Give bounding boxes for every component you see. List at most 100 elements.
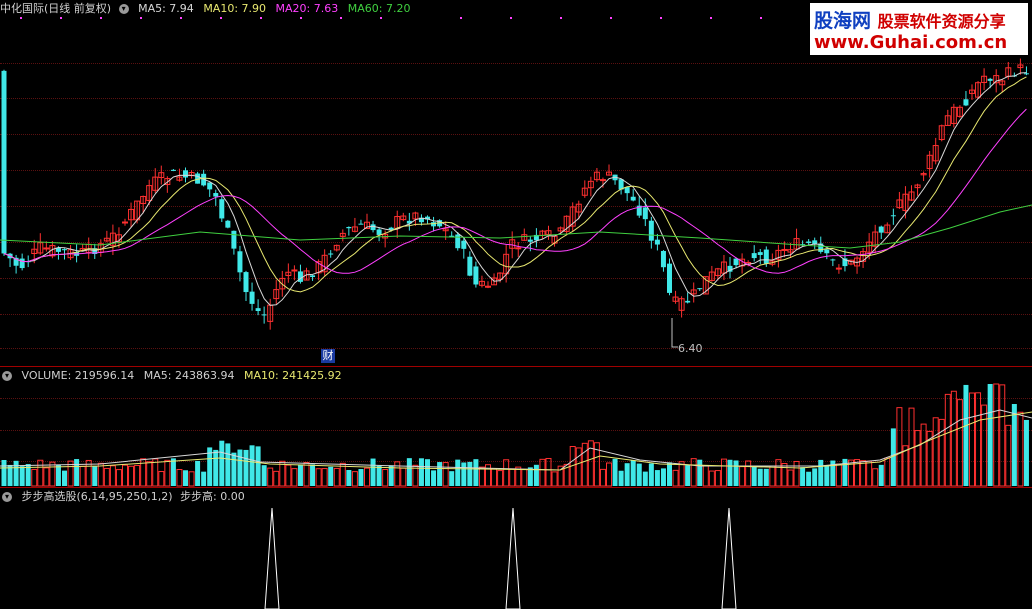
candle-body: [660, 250, 666, 268]
volume-bar: [993, 383, 1000, 487]
volume-bar: [231, 452, 237, 486]
volume-bar: [297, 464, 303, 486]
candle-body: [255, 308, 261, 311]
watermark-url: www.Guhai.com.cn: [814, 32, 1008, 53]
volume-bar: [219, 440, 225, 486]
volume-bar: [932, 417, 939, 487]
volume-bar: [999, 384, 1006, 487]
volume-bar: [170, 458, 176, 486]
volume-bar: [321, 468, 328, 487]
volume-bar: [975, 392, 982, 487]
volume-bar: [733, 460, 739, 486]
candle-body: [630, 196, 636, 201]
volume-bar: [685, 465, 691, 486]
volume-bar: [690, 458, 697, 487]
marker-dot: [460, 17, 462, 19]
volume-bar: [1, 460, 7, 486]
volume-bar: [672, 469, 679, 487]
candle-body: [376, 229, 382, 235]
volume-bar: [769, 465, 776, 487]
volume-bar: [442, 462, 449, 487]
volume-bar: [328, 466, 334, 486]
volume-bar: [122, 464, 128, 487]
candle-body: [654, 239, 660, 245]
signal-spike: [264, 507, 280, 609]
candle-body: [225, 220, 231, 228]
volume-bar: [183, 470, 188, 486]
candle-body: [455, 234, 461, 249]
candle-body: [62, 249, 67, 251]
volume-bar: [642, 471, 648, 486]
volume-bar: [449, 471, 455, 486]
candle-body: [1, 70, 7, 254]
marker-dot: [660, 17, 662, 19]
marker-dot: [510, 17, 512, 19]
volume-bar: [533, 464, 539, 486]
volume-bar: [1005, 424, 1012, 487]
candle-body: [358, 223, 364, 225]
volume-bar: [956, 399, 963, 487]
volume-bar: [243, 449, 249, 486]
candle-body: [751, 253, 757, 259]
finance-marker[interactable]: 财: [321, 349, 335, 363]
candle-body: [987, 78, 993, 81]
candle-body: [835, 267, 842, 270]
volume-bar: [467, 461, 473, 486]
candle-body: [291, 269, 298, 272]
volume-bar: [92, 466, 98, 486]
volume-bar: [618, 470, 624, 486]
candle-body: [219, 199, 225, 219]
volume-bar: [497, 470, 504, 487]
marker-dot: [710, 17, 712, 19]
volume-bar: [249, 445, 255, 486]
volume-bar: [62, 470, 67, 486]
candle-body: [170, 169, 176, 171]
volume-bar: [382, 469, 389, 487]
marker-dot: [380, 17, 382, 19]
volume-bar: [1017, 411, 1024, 487]
volume-bar: [128, 465, 135, 487]
volume-bar: [425, 459, 430, 486]
volume-bar: [660, 468, 666, 486]
candle-body: [685, 300, 691, 303]
candle-body: [697, 288, 703, 290]
marker-dot: [300, 17, 302, 19]
volume-bar: [714, 470, 721, 487]
volume-bar: [720, 458, 727, 487]
volume-bar: [944, 393, 951, 487]
candle-body: [599, 179, 606, 182]
volume-bar: [310, 464, 316, 486]
candle-body: [763, 249, 769, 264]
volume-bar: [1023, 419, 1029, 486]
marker-dot: [760, 17, 762, 19]
volume-bar: [896, 407, 903, 487]
volume-bar: [914, 430, 921, 487]
volume-bar: [521, 468, 528, 487]
volume-bar: [667, 462, 672, 486]
volume-bar: [969, 392, 975, 487]
volume-bar: [878, 464, 884, 486]
volume-bar: [455, 459, 461, 486]
candle-body: [1023, 73, 1029, 75]
volume-bar: [418, 458, 424, 486]
volume-bar: [751, 465, 757, 486]
volume-bar: [176, 469, 183, 487]
volume-bar: [727, 459, 733, 486]
watermark-site-name: 股海网: [814, 10, 872, 32]
volume-bar: [697, 459, 703, 486]
volume-bar: [787, 469, 794, 487]
volume-bar: [866, 460, 873, 487]
candle-body: [806, 241, 812, 244]
stock-chart-canvas[interactable]: [0, 0, 1032, 609]
volume-bar: [950, 390, 957, 487]
candle-body: [388, 227, 394, 230]
volume-bar: [509, 468, 516, 487]
volume-bar: [473, 459, 479, 486]
volume-bar: [134, 464, 141, 487]
marker-dot: [260, 17, 262, 19]
volume-bar: [702, 465, 709, 487]
volume-bar: [654, 470, 660, 486]
volume-bar: [800, 467, 806, 486]
volume-bar: [963, 384, 969, 486]
volume-bar: [599, 468, 606, 487]
